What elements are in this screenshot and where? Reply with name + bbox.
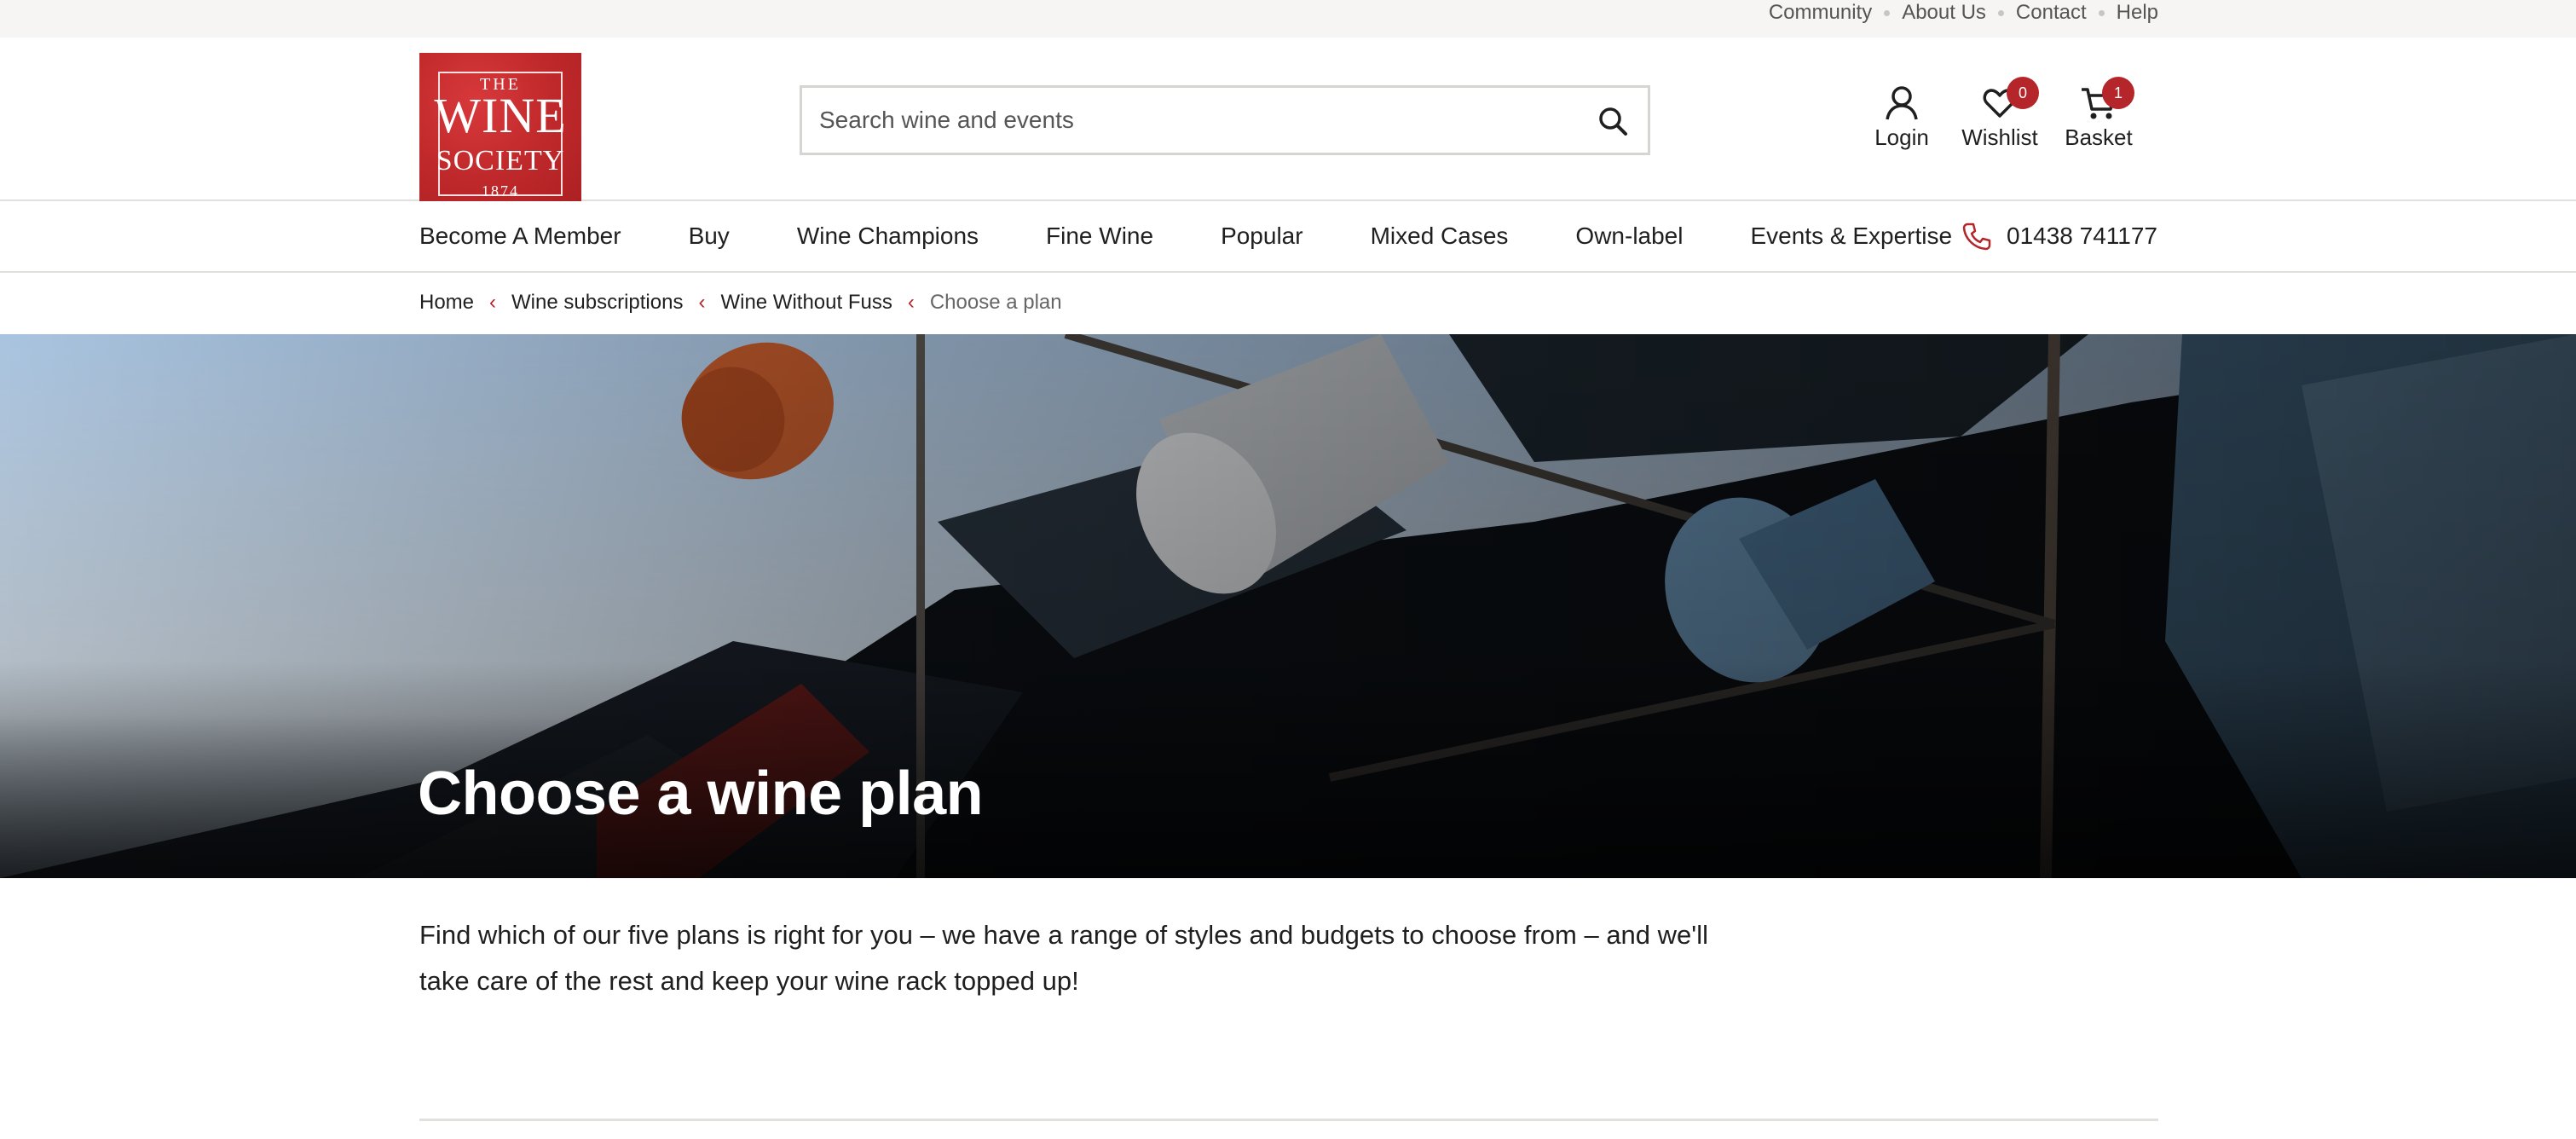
search-box [800,85,1650,155]
nav-item-buy[interactable]: Buy [689,223,730,250]
breadcrumb-home[interactable]: Home [419,291,474,315]
nav-item-events-expertise[interactable]: Events & Expertise [1750,223,1952,250]
page: Community About Us Contact Help THE WINE… [0,0,2576,1139]
utility-link-community[interactable]: Community [1769,1,1872,25]
utility-bar: Community About Us Contact Help [0,0,2576,38]
site-header: THE WINE SOCIETY 1874 Login Wishlist [0,38,2576,215]
page-title: Choose a wine plan [418,760,984,828]
logo-line-society: SOCIETY [436,145,565,176]
wishlist-label: Wishlist [1961,124,2038,150]
breadcrumb-wine-without-fuss[interactable]: Wine Without Fuss [720,291,892,315]
wishlist-button[interactable]: Wishlist 0 [1959,77,2041,162]
separator-dot [2098,9,2105,16]
wine-society-logo[interactable]: THE WINE SOCIETY 1874 [419,53,581,215]
nav-item-become-a-member[interactable]: Become A Member [419,223,621,250]
main-nav-list: Become A Member Buy Wine Champions Fine … [419,201,2019,271]
utility-link-contact[interactable]: Contact [2016,1,2087,25]
chevron-left-icon: ‹ [907,291,915,314]
login-label: Login [1874,124,1929,150]
separator-dot [1997,9,2004,16]
search-icon[interactable] [1597,105,1629,137]
login-button[interactable]: Login [1872,85,1932,162]
phone-icon [1962,223,1991,251]
hero-banner: Choose a wine plan [0,334,2576,878]
logo-line-year: 1874 [482,182,519,199]
phone-link[interactable]: 01438 741177 [1962,201,2157,271]
basket-count-badge: 1 [2102,77,2134,109]
nav-item-wine-champions[interactable]: Wine Champions [797,223,979,250]
chevron-left-icon: ‹ [489,291,497,314]
utility-link-about-us[interactable]: About Us [1902,1,1986,25]
nav-item-own-label[interactable]: Own-label [1575,223,1683,250]
breadcrumb: Home ‹ Wine subscriptions ‹ Wine Without… [419,275,1062,331]
nav-item-mixed-cases[interactable]: Mixed Cases [1371,223,1509,250]
basket-button[interactable]: Basket 1 [2065,77,2134,162]
section-divider [419,1119,2158,1121]
chevron-left-icon: ‹ [698,291,706,314]
breadcrumb-current: Choose a plan [929,291,1062,314]
logo-line-wine: WINE [434,88,567,143]
utility-nav: Community About Us Contact Help [1769,0,2158,26]
phone-number: 01438 741177 [2007,223,2157,249]
intro-text: Find which of our five plans is right fo… [419,920,1708,996]
nav-item-fine-wine[interactable]: Fine Wine [1046,223,1153,250]
utility-link-help[interactable]: Help [2117,1,2158,25]
breadcrumb-wine-subscriptions[interactable]: Wine subscriptions [511,291,683,315]
separator-dot [1884,9,1891,16]
wishlist-count-badge: 0 [2007,77,2039,109]
user-icon [1886,86,1918,120]
hero-image-wine-bottles [0,334,2576,878]
main-nav: Become A Member Buy Wine Champions Fine … [0,201,2576,273]
basket-label: Basket [2065,124,2133,150]
nav-item-popular[interactable]: Popular [1221,223,1303,250]
search-input[interactable] [802,88,1569,153]
